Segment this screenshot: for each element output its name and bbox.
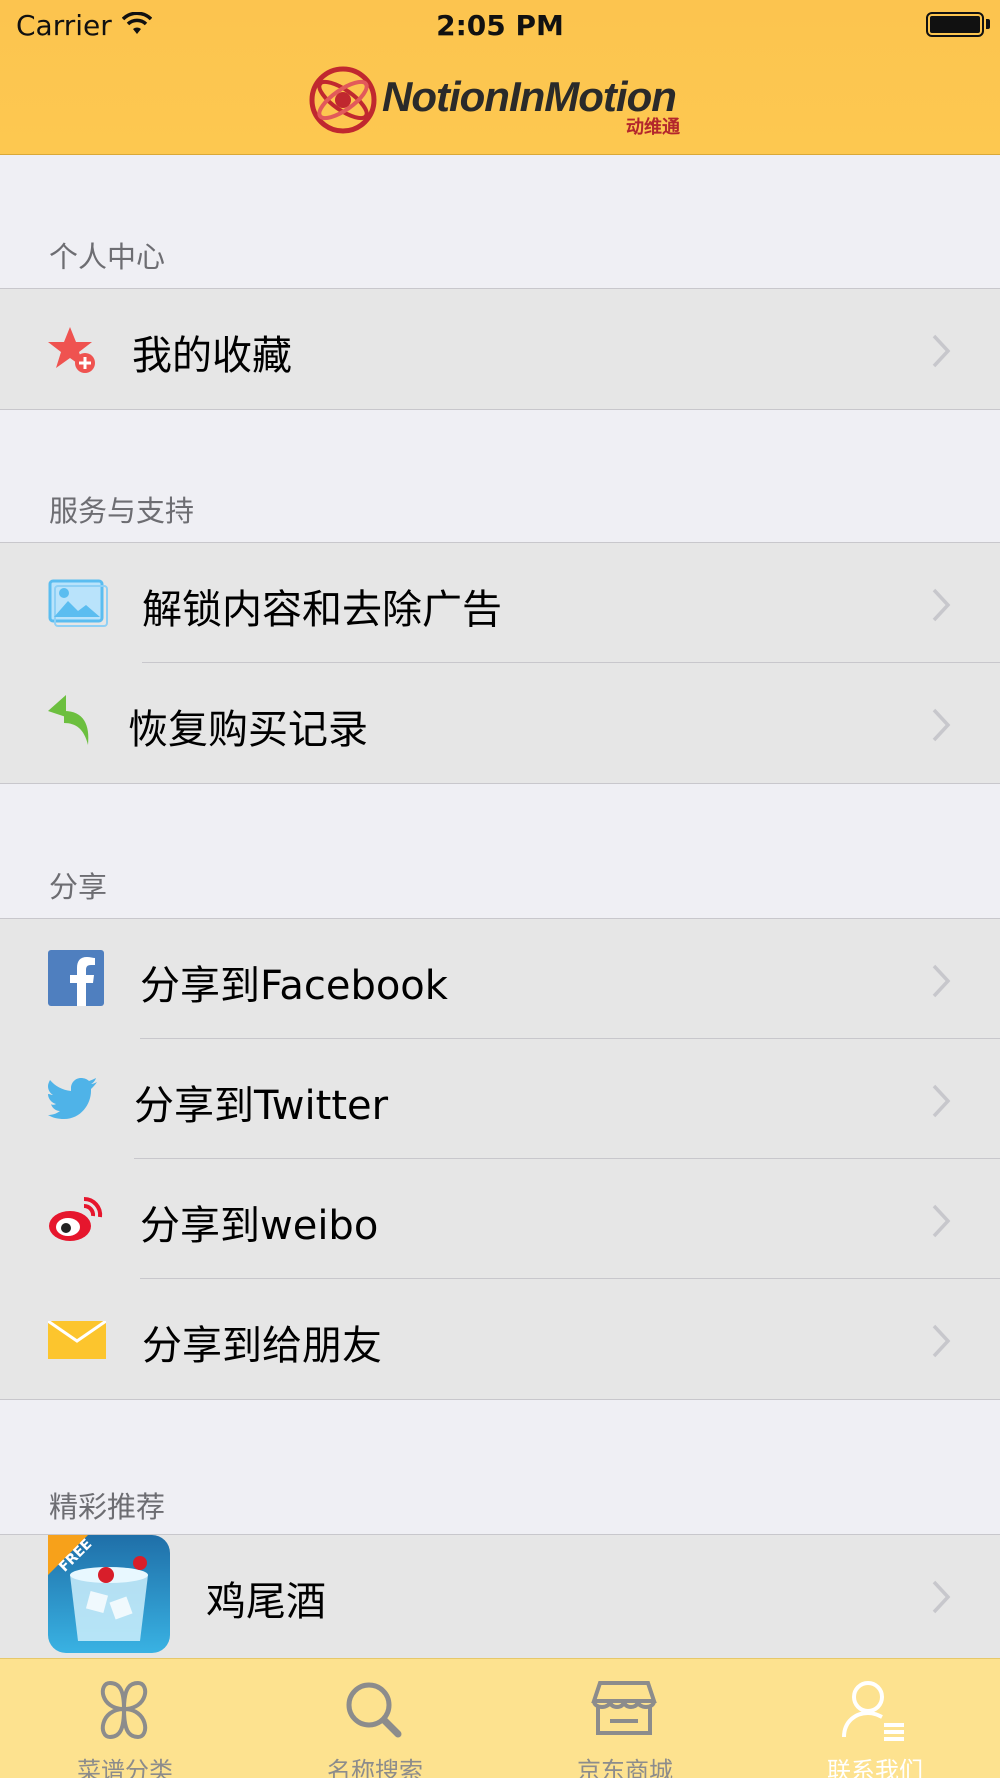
- status-bar: Carrier 2:05 PM: [0, 0, 1000, 50]
- tab-jd-store[interactable]: 京东商城: [500, 1659, 750, 1778]
- search-icon: [340, 1677, 408, 1747]
- person-icon: [840, 1677, 908, 1747]
- section-title-service: 服务与支持: [49, 494, 195, 528]
- facebook-icon: [48, 950, 104, 1010]
- clover-icon: [90, 1677, 158, 1747]
- row-label: 恢复购买记录: [128, 707, 368, 753]
- tab-label: 菜谱分类: [77, 1757, 173, 1778]
- logo-subtitle: 动维通: [626, 117, 680, 138]
- group-share: 分享到Facebook 分享到Twitter 分享到weibo 分享到给朋友: [0, 918, 1000, 1400]
- tab-bar: 菜谱分类 名称搜索 京东商城 联系我们: [0, 1658, 1000, 1778]
- chevron-right-icon: [930, 587, 952, 627]
- reply-arrow-icon: [48, 695, 94, 751]
- twitter-icon: [48, 1077, 98, 1123]
- row-share-facebook[interactable]: 分享到Facebook: [0, 919, 1000, 1039]
- tab-recipe-categories[interactable]: 菜谱分类: [0, 1659, 250, 1778]
- mail-icon: [47, 1319, 107, 1363]
- navigation-bar: Carrier 2:05 PM NotionInMotion 动维通: [0, 0, 1000, 155]
- row-app-cocktail[interactable]: FREE 鸡尾酒: [0, 1535, 1000, 1655]
- row-share-friends[interactable]: 分享到给朋友: [0, 1279, 1000, 1399]
- tab-label: 京东商城: [577, 1757, 673, 1778]
- chevron-right-icon: [930, 1203, 952, 1243]
- row-label: 分享到Twitter: [134, 1083, 389, 1129]
- tab-contact-us[interactable]: 联系我们: [750, 1659, 1000, 1778]
- chevron-right-icon: [930, 707, 952, 747]
- group-service: 解锁内容和去除广告 恢复购买记录: [0, 542, 1000, 784]
- cocktail-app-icon: FREE: [48, 1535, 170, 1657]
- tab-label: 联系我们: [827, 1757, 923, 1778]
- row-label: 解锁内容和去除广告: [142, 587, 502, 633]
- row-share-twitter[interactable]: 分享到Twitter: [0, 1039, 1000, 1159]
- image-icon: [48, 579, 108, 631]
- tab-label: 名称搜索: [327, 1757, 423, 1778]
- app-logo: NotionInMotion 动维通: [308, 63, 698, 143]
- row-restore-purchases[interactable]: 恢复购买记录: [0, 663, 1000, 783]
- section-title-personal: 个人中心: [49, 240, 166, 274]
- row-label: 分享到Facebook: [140, 963, 448, 1009]
- battery-icon: [926, 12, 984, 37]
- weibo-icon: [48, 1195, 104, 1247]
- logo-emblem-icon: [308, 65, 378, 139]
- group-personal: 我的收藏: [0, 288, 1000, 410]
- row-label: 鸡尾酒: [206, 1579, 326, 1625]
- group-featured: FREE 鸡尾酒: [0, 1534, 1000, 1658]
- section-title-share: 分享: [49, 870, 108, 904]
- row-label: 分享到weibo: [140, 1203, 379, 1249]
- row-share-weibo[interactable]: 分享到weibo: [0, 1159, 1000, 1279]
- store-icon: [590, 1677, 658, 1747]
- row-label: 分享到给朋友: [142, 1323, 382, 1369]
- chevron-right-icon: [930, 1323, 952, 1363]
- row-unlock-content[interactable]: 解锁内容和去除广告: [0, 543, 1000, 663]
- clock-label: 2:05 PM: [436, 9, 564, 42]
- chevron-right-icon: [930, 1579, 952, 1619]
- row-label: 我的收藏: [132, 333, 292, 379]
- chevron-right-icon: [930, 963, 952, 1003]
- star-plus-icon: [48, 325, 98, 379]
- chevron-right-icon: [930, 333, 952, 373]
- section-title-featured: 精彩推荐: [49, 1490, 166, 1524]
- chevron-right-icon: [930, 1083, 952, 1123]
- battery-tip: [986, 19, 990, 29]
- row-favorites[interactable]: 我的收藏: [0, 289, 1000, 409]
- tab-name-search[interactable]: 名称搜索: [250, 1659, 500, 1778]
